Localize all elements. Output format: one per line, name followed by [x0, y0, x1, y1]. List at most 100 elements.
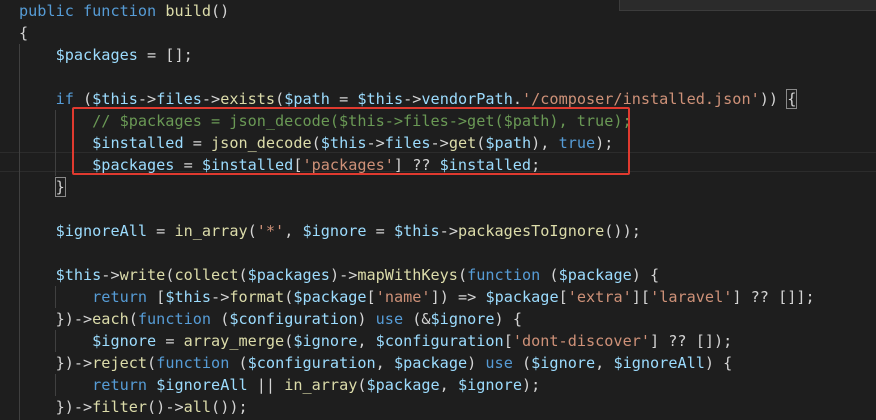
code-token: $ignoreAll — [613, 354, 705, 372]
code-token: , — [595, 354, 614, 372]
code-token: ( — [147, 354, 157, 372]
code-token: = — [366, 222, 394, 240]
code-line[interactable]: $ignoreAll = in_array('*', $ignore = $th… — [19, 220, 641, 242]
code-token: [ — [503, 332, 513, 350]
code-line[interactable]: return $ignoreAll || in_array($package, … — [19, 374, 540, 396]
code-token: = — [156, 332, 184, 350]
code-token: collect — [174, 266, 239, 284]
code-token: 'laravel' — [650, 288, 733, 306]
code-token: array_merge — [183, 332, 285, 350]
code-token: || — [247, 376, 285, 394]
code-token: ] ?? []); — [650, 332, 733, 350]
code-token: ( — [457, 266, 468, 284]
code-token: public — [19, 2, 84, 20]
code-token: '*' — [256, 222, 285, 240]
code-token: ( — [512, 354, 532, 372]
code-line[interactable]: public function build() — [19, 0, 229, 22]
code-token: '/composer/installed.json' — [522, 90, 760, 108]
code-token: use — [375, 310, 404, 328]
code-token: 'extra' — [567, 288, 632, 306]
code-token: ) { — [631, 266, 660, 284]
code-token: build — [165, 2, 212, 20]
code-token: })-> — [19, 310, 93, 328]
code-token: ( — [284, 288, 294, 306]
code-token: filter — [92, 398, 148, 416]
code-token: ) — [357, 310, 376, 328]
code-token: $configuration — [247, 354, 376, 372]
code-token: each — [92, 310, 129, 328]
code-token: ][ — [631, 288, 651, 306]
code-line[interactable]: $packages = []; — [19, 44, 193, 66]
code-token: -> — [403, 90, 422, 108]
code-line[interactable]: return [$this->format($package['name']) … — [19, 286, 815, 308]
code-token: if — [55, 90, 74, 108]
code-token: ( — [357, 376, 367, 394]
code-token: , — [375, 354, 394, 372]
code-token: ()); — [604, 222, 641, 240]
code-token: $ignoreAll — [156, 376, 248, 394]
code-token: $this — [165, 288, 212, 306]
code-token: format — [229, 288, 285, 306]
code-line[interactable]: })->reject(function ($configuration, $pa… — [19, 352, 733, 374]
code-token: $ignoreAll — [55, 222, 148, 240]
code-token: $ignore — [293, 332, 358, 350]
code-token: use — [485, 354, 513, 372]
code-token: in_array — [174, 222, 248, 240]
code-token: , — [357, 332, 376, 350]
matching-bracket: } — [54, 177, 66, 197]
code-token: -> — [137, 90, 157, 108]
code-token: ) — [467, 354, 486, 372]
code-token: ]) => — [430, 288, 486, 306]
code-token: $this — [393, 222, 440, 240]
code-token: [ — [147, 288, 166, 306]
code-token: $packages — [55, 46, 138, 64]
code-token: ] ?? []]; — [732, 288, 815, 306]
code-token: )-> — [329, 266, 358, 284]
code-token: ( — [211, 310, 230, 328]
code-token: function — [83, 2, 166, 20]
code-line[interactable]: $ignore = array_merge($ignore, $configur… — [19, 330, 732, 352]
code-token: ( — [247, 222, 257, 240]
code-token: all — [183, 398, 212, 416]
code-editor[interactable]: public function build(){ $packages = [];… — [0, 0, 876, 420]
code-line[interactable]: { — [19, 22, 28, 44]
code-token: = — [147, 222, 175, 240]
code-line[interactable]: } — [19, 176, 66, 198]
code-token: $ignore — [531, 354, 596, 372]
code-line[interactable]: })->filter()->all()); — [19, 396, 248, 418]
annotation-highlight-box — [72, 107, 630, 175]
code-token: 'dont-discover' — [512, 332, 650, 350]
code-token: -> — [101, 266, 120, 284]
code-token: $package — [393, 354, 468, 372]
code-token: $ignore — [302, 222, 367, 240]
code-line[interactable]: })->each(function ($configuration) use (… — [19, 308, 522, 330]
code-token: -> — [211, 288, 230, 306]
code-token: . — [512, 90, 522, 108]
code-token: $ignore — [92, 332, 157, 350]
code-token: return — [92, 288, 148, 306]
code-token: () — [211, 2, 230, 20]
code-token: ( — [128, 310, 138, 328]
code-token: ) { — [704, 354, 733, 372]
code-token: function — [156, 354, 230, 372]
code-token: ( — [229, 354, 248, 372]
code-token: $this — [357, 90, 404, 108]
code-token: function — [137, 310, 212, 328]
code-line[interactable]: $this->write(collect($packages)->mapWith… — [19, 264, 660, 286]
code-token: in_array — [284, 376, 358, 394]
code-token: -> — [439, 222, 458, 240]
code-token: )) — [759, 90, 779, 108]
code-token: })-> — [19, 398, 93, 416]
code-token: = — [329, 90, 358, 108]
code-token: exists — [220, 90, 276, 108]
code-token: function — [467, 266, 541, 284]
code-token: [ — [558, 288, 568, 306]
